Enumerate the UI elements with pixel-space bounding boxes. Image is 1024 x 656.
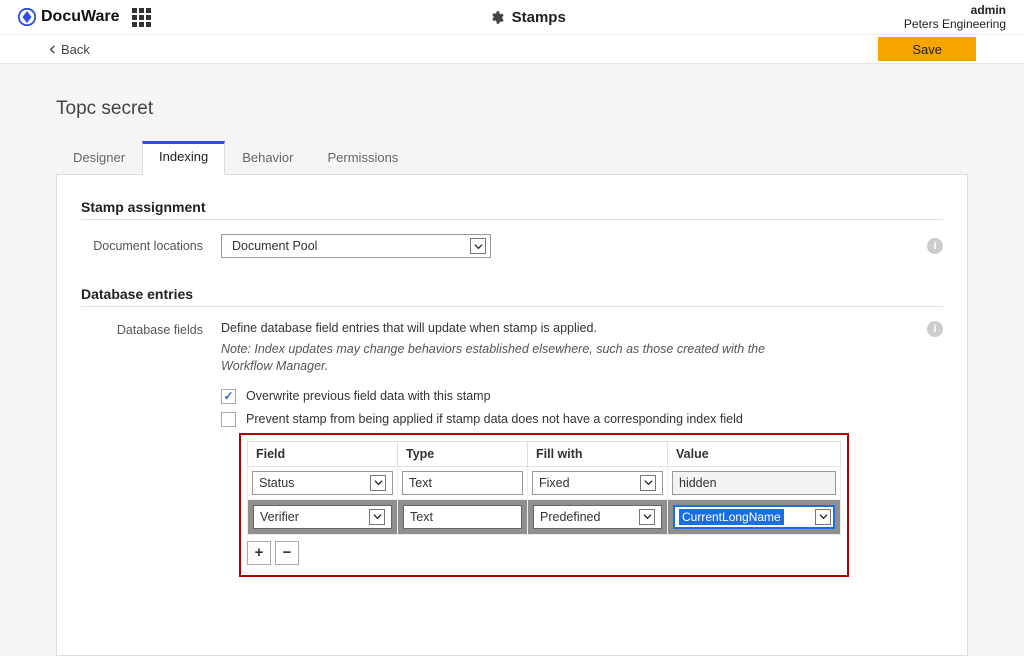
top-bar-left: DocuWare (18, 8, 151, 27)
chevron-down-icon (470, 238, 486, 254)
fill-select[interactable]: Fixed (532, 471, 663, 495)
brand-icon (18, 8, 36, 26)
user-name: admin (904, 3, 1006, 17)
add-row-button[interactable]: + (247, 541, 271, 565)
brand-logo[interactable]: DocuWare (18, 8, 120, 26)
fill-select[interactable]: Predefined (533, 505, 662, 529)
table-row[interactable]: Status Text Fixed hidden (248, 466, 841, 499)
type-value: Text (403, 505, 522, 529)
section-stamp-assignment: Stamp assignment Document locations Docu… (81, 199, 943, 258)
database-note: Note: Index updates may change behaviors… (221, 341, 781, 375)
locations-value: Document Pool (232, 239, 317, 253)
chevron-left-icon (48, 45, 57, 54)
chevron-down-icon (815, 509, 831, 525)
save-button[interactable]: Save (878, 37, 976, 61)
col-header-type: Type (398, 441, 528, 466)
section-title-assignment: Stamp assignment (81, 199, 943, 220)
table-row[interactable]: Verifier Text Predefined CurrentLongName (248, 499, 841, 534)
chevron-down-icon (369, 509, 385, 525)
col-header-value: Value (668, 441, 841, 466)
gear-icon (489, 10, 504, 25)
content-panel: Stamp assignment Document locations Docu… (56, 175, 968, 656)
info-icon[interactable]: i (927, 321, 943, 337)
tab-designer[interactable]: Designer (56, 141, 142, 175)
tab-indexing[interactable]: Indexing (142, 141, 225, 175)
back-label: Back (61, 42, 90, 57)
top-bar: DocuWare Stamps admin Peters Engineering (0, 0, 1024, 34)
overwrite-checkbox[interactable] (221, 389, 236, 404)
apps-grid-icon[interactable] (132, 8, 151, 27)
value-input[interactable]: hidden (672, 471, 836, 495)
field-select[interactable]: Verifier (253, 505, 392, 529)
tab-behavior[interactable]: Behavior (225, 141, 310, 175)
field-select[interactable]: Status (252, 471, 393, 495)
tabs: Designer Indexing Behavior Permissions (56, 140, 968, 175)
highlighted-region: Field Type Fill with Value Status Text F… (239, 433, 849, 577)
chevron-down-icon (639, 509, 655, 525)
page-title: Topc secret (56, 98, 968, 120)
locations-label: Document locations (81, 239, 221, 253)
remove-row-button[interactable]: − (275, 541, 299, 565)
action-bar: Back Save (0, 34, 1024, 64)
back-button[interactable]: Back (48, 42, 90, 57)
database-description: Define database field entries that will … (221, 321, 927, 335)
header-title: Stamps (512, 9, 566, 26)
prevent-checkbox[interactable] (221, 412, 236, 427)
fields-table: Field Type Fill with Value Status Text F… (247, 441, 841, 535)
overwrite-label: Overwrite previous field data with this … (246, 389, 491, 403)
chevron-down-icon (370, 475, 386, 491)
page-header: Stamps (151, 9, 904, 26)
locations-select[interactable]: Document Pool (221, 234, 491, 258)
col-header-fill: Fill with (528, 441, 668, 466)
value-select[interactable]: CurrentLongName (673, 505, 835, 529)
prevent-label: Prevent stamp from being applied if stam… (246, 412, 743, 426)
brand-name: DocuWare (41, 8, 120, 26)
section-database-entries: Database entries Database fields Define … (81, 286, 943, 577)
col-header-field: Field (248, 441, 398, 466)
user-block[interactable]: admin Peters Engineering (904, 3, 1006, 32)
info-icon[interactable]: i (927, 238, 943, 254)
database-fields-label: Database fields (81, 321, 221, 337)
type-value: Text (402, 471, 523, 495)
user-org: Peters Engineering (904, 17, 1006, 31)
chevron-down-icon (640, 475, 656, 491)
section-title-database: Database entries (81, 286, 943, 307)
tab-permissions[interactable]: Permissions (311, 141, 416, 175)
